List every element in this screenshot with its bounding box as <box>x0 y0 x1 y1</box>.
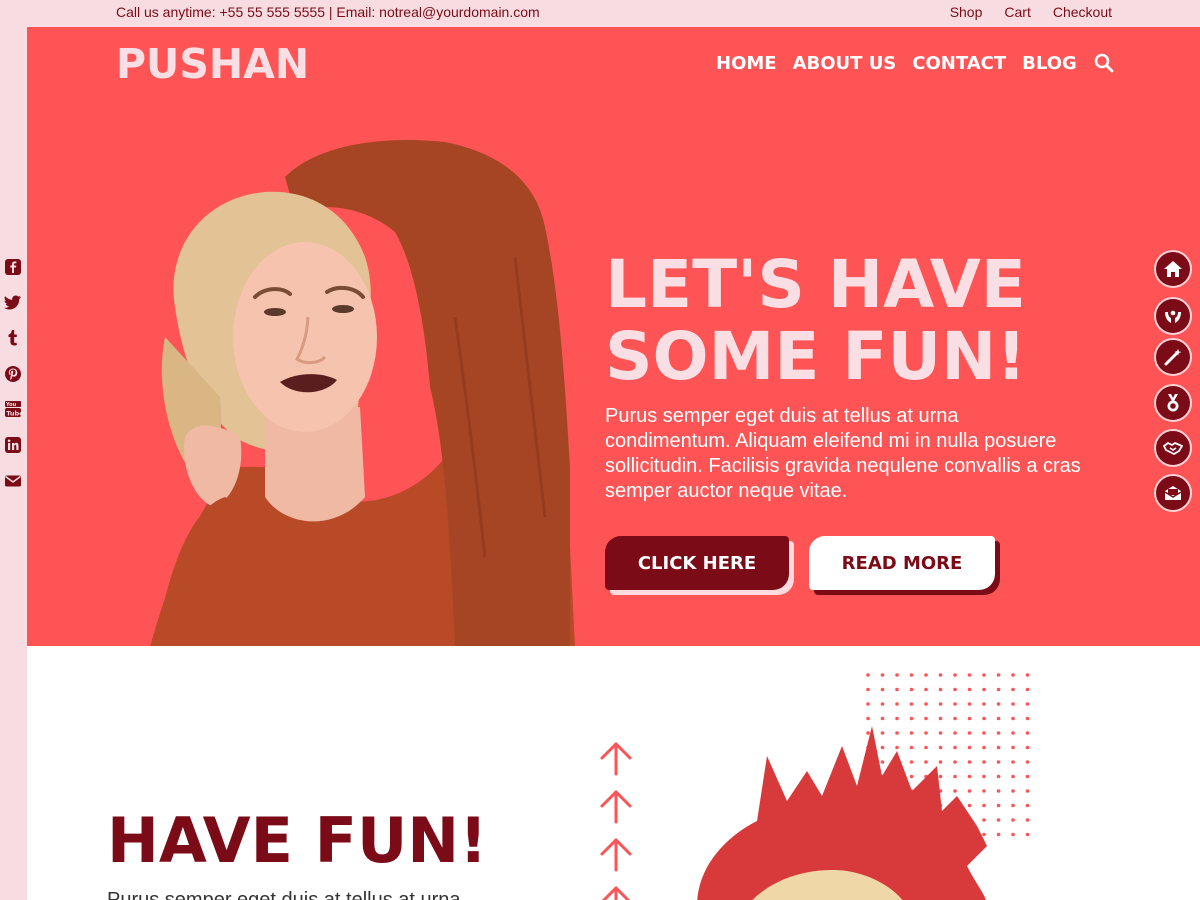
arrow-up-icon <box>600 741 632 776</box>
facebook-icon[interactable] <box>4 258 22 276</box>
medal-icon[interactable] <box>1154 384 1192 422</box>
twitter-icon[interactable] <box>4 293 22 311</box>
nav-contact[interactable]: CONTACT <box>912 53 1006 74</box>
linkedin-icon[interactable] <box>4 436 22 454</box>
handshake-icon[interactable] <box>1154 429 1192 467</box>
nav-blog[interactable]: BLOG <box>1022 53 1077 74</box>
tumblr-icon[interactable] <box>4 329 22 347</box>
site-logo[interactable]: PUSHAN <box>116 40 309 88</box>
envelope-icon[interactable] <box>1154 474 1192 512</box>
hero-headline-line-1: LET'S HAVE <box>605 246 1026 323</box>
shop-link[interactable]: Shop <box>950 4 983 20</box>
click-here-button[interactable]: CLICK HERE <box>605 536 789 590</box>
search-icon[interactable] <box>1093 52 1115 74</box>
checkout-link[interactable]: Checkout <box>1053 4 1112 20</box>
main-nav: HOME ABOUT US CONTACT BLOG <box>716 52 1115 74</box>
magic-wand-icon[interactable] <box>1154 338 1192 376</box>
hands-icon[interactable] <box>1154 297 1192 335</box>
nav-home[interactable]: HOME <box>716 53 777 74</box>
youtube-icon[interactable]: You Tube <box>4 400 22 418</box>
hero-headline-line-2: SOME FUN! <box>605 318 1027 395</box>
arrow-up-icon <box>601 885 631 900</box>
splash-image <box>697 726 987 900</box>
hero-paragraph: Purus semper eget duis at tellus at urna… <box>605 405 1081 502</box>
contact-info: Call us anytime: +55 55 555 5555 | Email… <box>116 4 540 20</box>
svg-text:Tube: Tube <box>6 409 22 417</box>
lower-paragraph: Purus semper eget duis at tellus at urna <box>107 889 461 900</box>
home-icon[interactable] <box>1154 250 1192 288</box>
pinterest-icon[interactable] <box>4 365 22 383</box>
lower-section: HAVE FUN! Purus semper eget duis at tell… <box>27 646 1200 900</box>
arrow-up-icon <box>600 837 632 872</box>
svg-text:You: You <box>5 402 17 408</box>
have-fun-title: HAVE FUN! <box>107 804 488 877</box>
hero-section: PUSHAN HOME ABOUT US CONTACT BLOG LET'S … <box>27 27 1200 646</box>
social-rail: You Tube <box>0 27 27 900</box>
top-bar: Call us anytime: +55 55 555 5555 | Email… <box>0 0 1200 27</box>
hero-headline: LET'S HAVE SOME FUN! <box>605 249 1125 393</box>
nav-about-us[interactable]: ABOUT US <box>793 53 897 74</box>
hero-woman-image <box>150 140 575 646</box>
arrow-up-icon <box>600 789 632 824</box>
cart-link[interactable]: Cart <box>1004 4 1030 20</box>
top-links: Shop Cart Checkout <box>950 4 1112 20</box>
read-more-button[interactable]: READ MORE <box>809 536 995 590</box>
email-icon[interactable] <box>4 472 22 490</box>
